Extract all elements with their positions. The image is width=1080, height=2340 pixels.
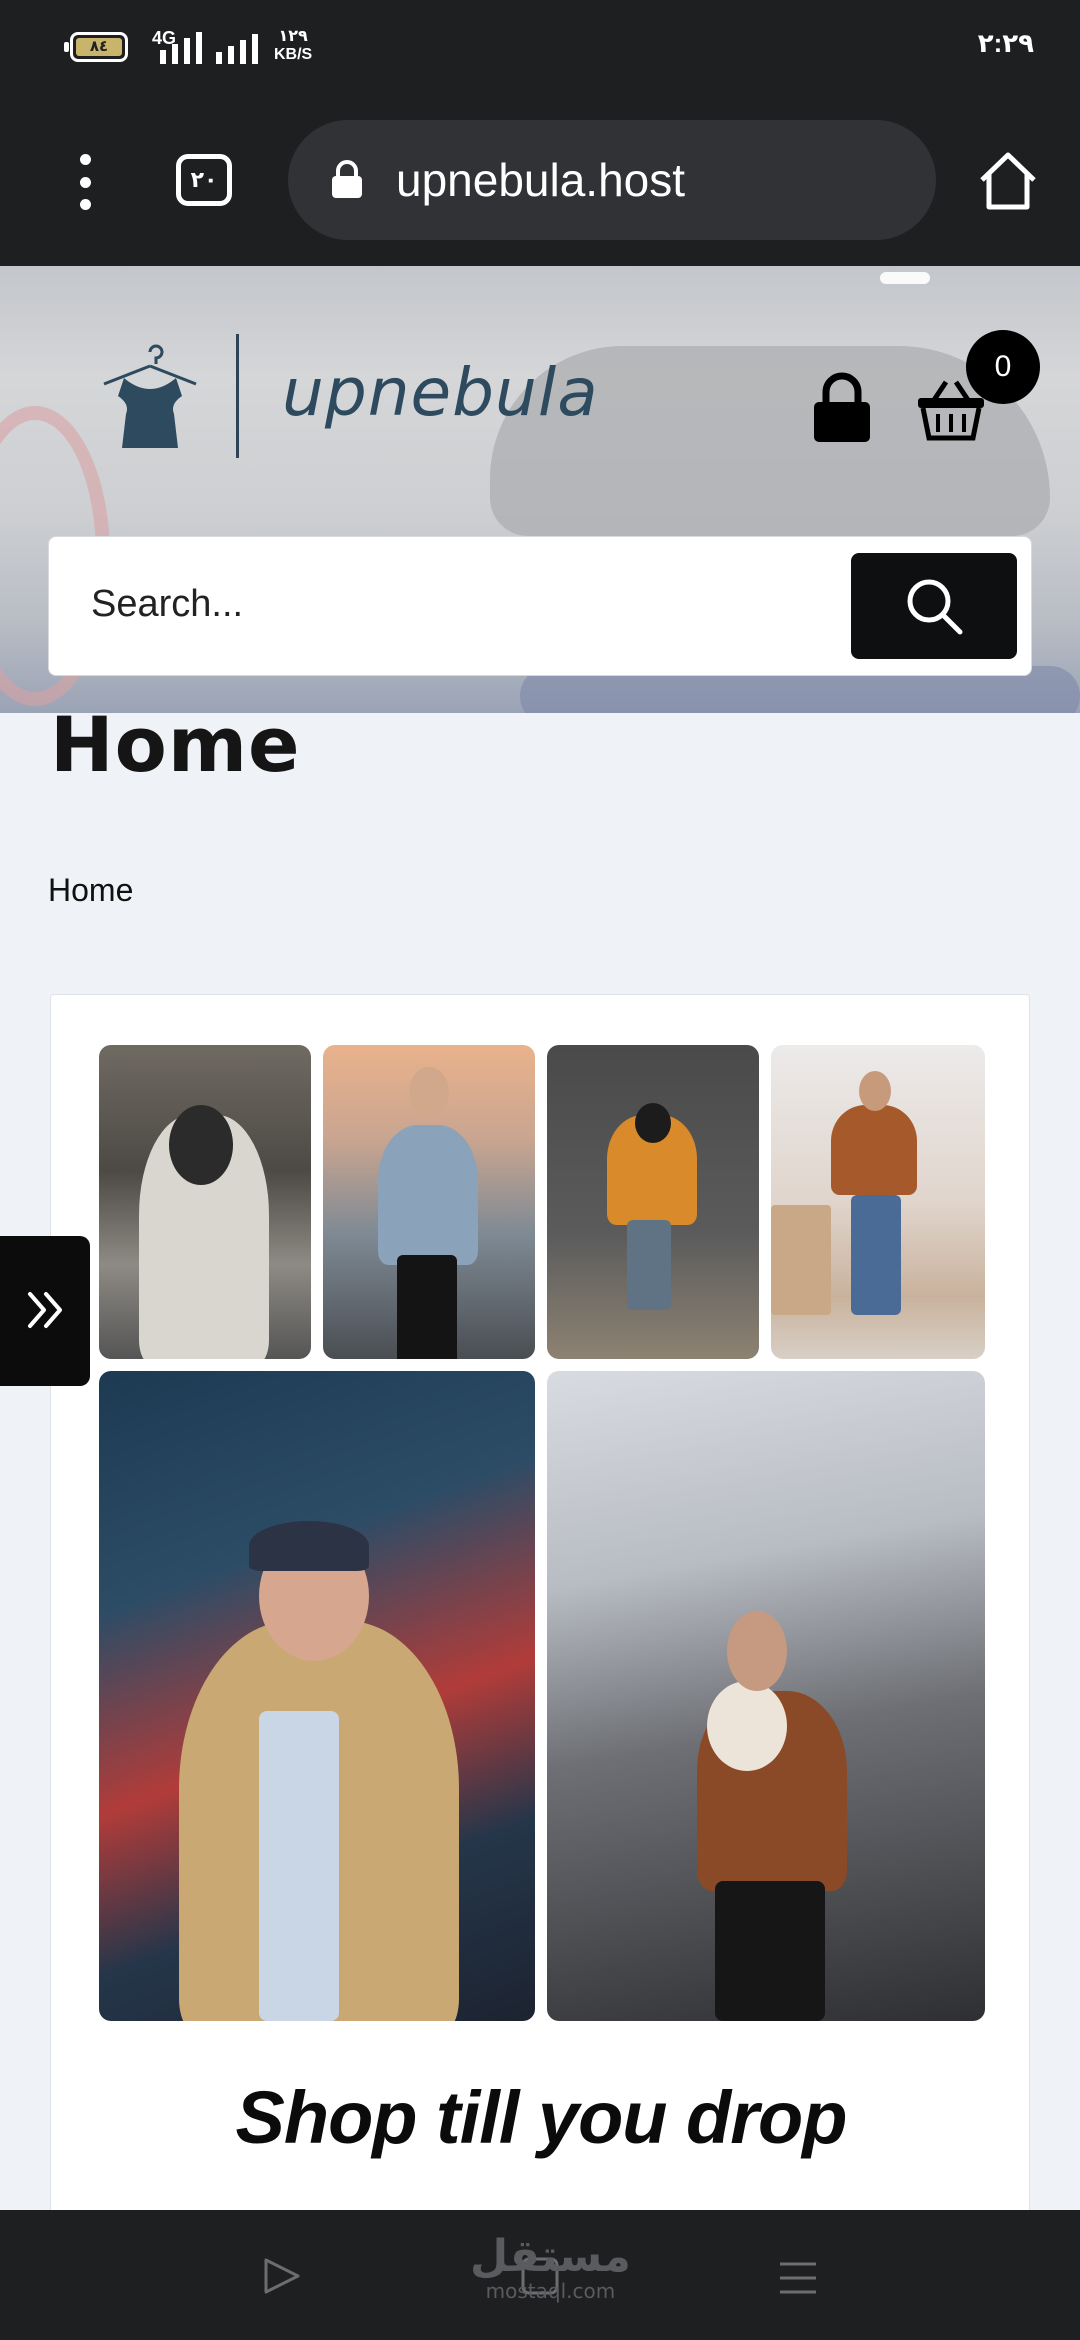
system-navigation-bar: مستقل mostaql.com bbox=[0, 2210, 1080, 2340]
signal-icon bbox=[160, 30, 202, 64]
gallery-photo-hoodie[interactable] bbox=[99, 1045, 311, 1359]
speed-value: ١٢٩ bbox=[278, 28, 308, 45]
battery-level: ٨٤ bbox=[76, 38, 122, 56]
battery-icon: ٨٤ bbox=[64, 32, 128, 62]
hamburger-icon[interactable] bbox=[778, 2260, 818, 2296]
play-back-icon[interactable] bbox=[262, 2256, 302, 2296]
hanger-logo-icon bbox=[103, 344, 197, 448]
menu-kebab-icon[interactable] bbox=[74, 154, 96, 210]
sidebar-toggle-button[interactable] bbox=[0, 1236, 90, 1386]
network-speed: ١٢٩ KB/S bbox=[274, 28, 312, 64]
speed-unit: KB/S bbox=[274, 46, 313, 63]
padlock-icon[interactable] bbox=[812, 372, 872, 444]
site-header: upnebula 0 Search... bbox=[0, 266, 1080, 713]
logo-text: upnebula bbox=[282, 354, 599, 431]
page-title: Home bbox=[50, 700, 301, 789]
gallery-photo-orange-jacket[interactable] bbox=[547, 1045, 759, 1359]
gallery-photo-tan-jacket[interactable] bbox=[99, 1371, 535, 2021]
gallery-photo-brown-jacket[interactable] bbox=[771, 1045, 985, 1359]
search-input[interactable]: Search... bbox=[48, 536, 1032, 676]
url-text: upnebula.host bbox=[396, 154, 686, 206]
gallery-photo-denim-jacket[interactable] bbox=[323, 1045, 535, 1359]
watermark-latin: mostaql.com bbox=[485, 2279, 616, 2303]
gallery-photo-shearling-jacket[interactable] bbox=[547, 1371, 985, 2021]
browser-toolbar: ٢٠ upnebula.host bbox=[0, 96, 1080, 266]
logo-divider bbox=[236, 334, 239, 458]
clock: ٢:٢٩ bbox=[977, 28, 1034, 58]
watermark: مستقل mostaql.com bbox=[470, 2231, 631, 2303]
signal-icon-2 bbox=[216, 30, 258, 64]
double-chevron-right-icon bbox=[28, 1292, 62, 1328]
search-icon bbox=[907, 579, 963, 635]
breadcrumb[interactable]: Home bbox=[48, 872, 133, 909]
address-bar[interactable]: upnebula.host bbox=[288, 120, 936, 240]
search-button[interactable] bbox=[851, 553, 1017, 659]
cart-count-badge[interactable]: 0 bbox=[966, 330, 1040, 404]
gallery-tagline: Shop till you drop bbox=[235, 2076, 848, 2159]
gallery-card: Shop till you drop bbox=[50, 994, 1030, 2294]
watermark-arabic: مستقل bbox=[470, 2231, 631, 2282]
lock-icon bbox=[332, 160, 362, 198]
hero-background bbox=[880, 272, 930, 284]
status-bar: ٨٤ 4G ١٢٩ KB/S ٢:٢٩ bbox=[0, 0, 1080, 96]
site-logo[interactable]: upnebula bbox=[100, 334, 598, 464]
search-placeholder: Search... bbox=[91, 583, 244, 625]
tabs-button[interactable]: ٢٠ bbox=[176, 154, 232, 206]
home-icon[interactable] bbox=[976, 150, 1040, 212]
